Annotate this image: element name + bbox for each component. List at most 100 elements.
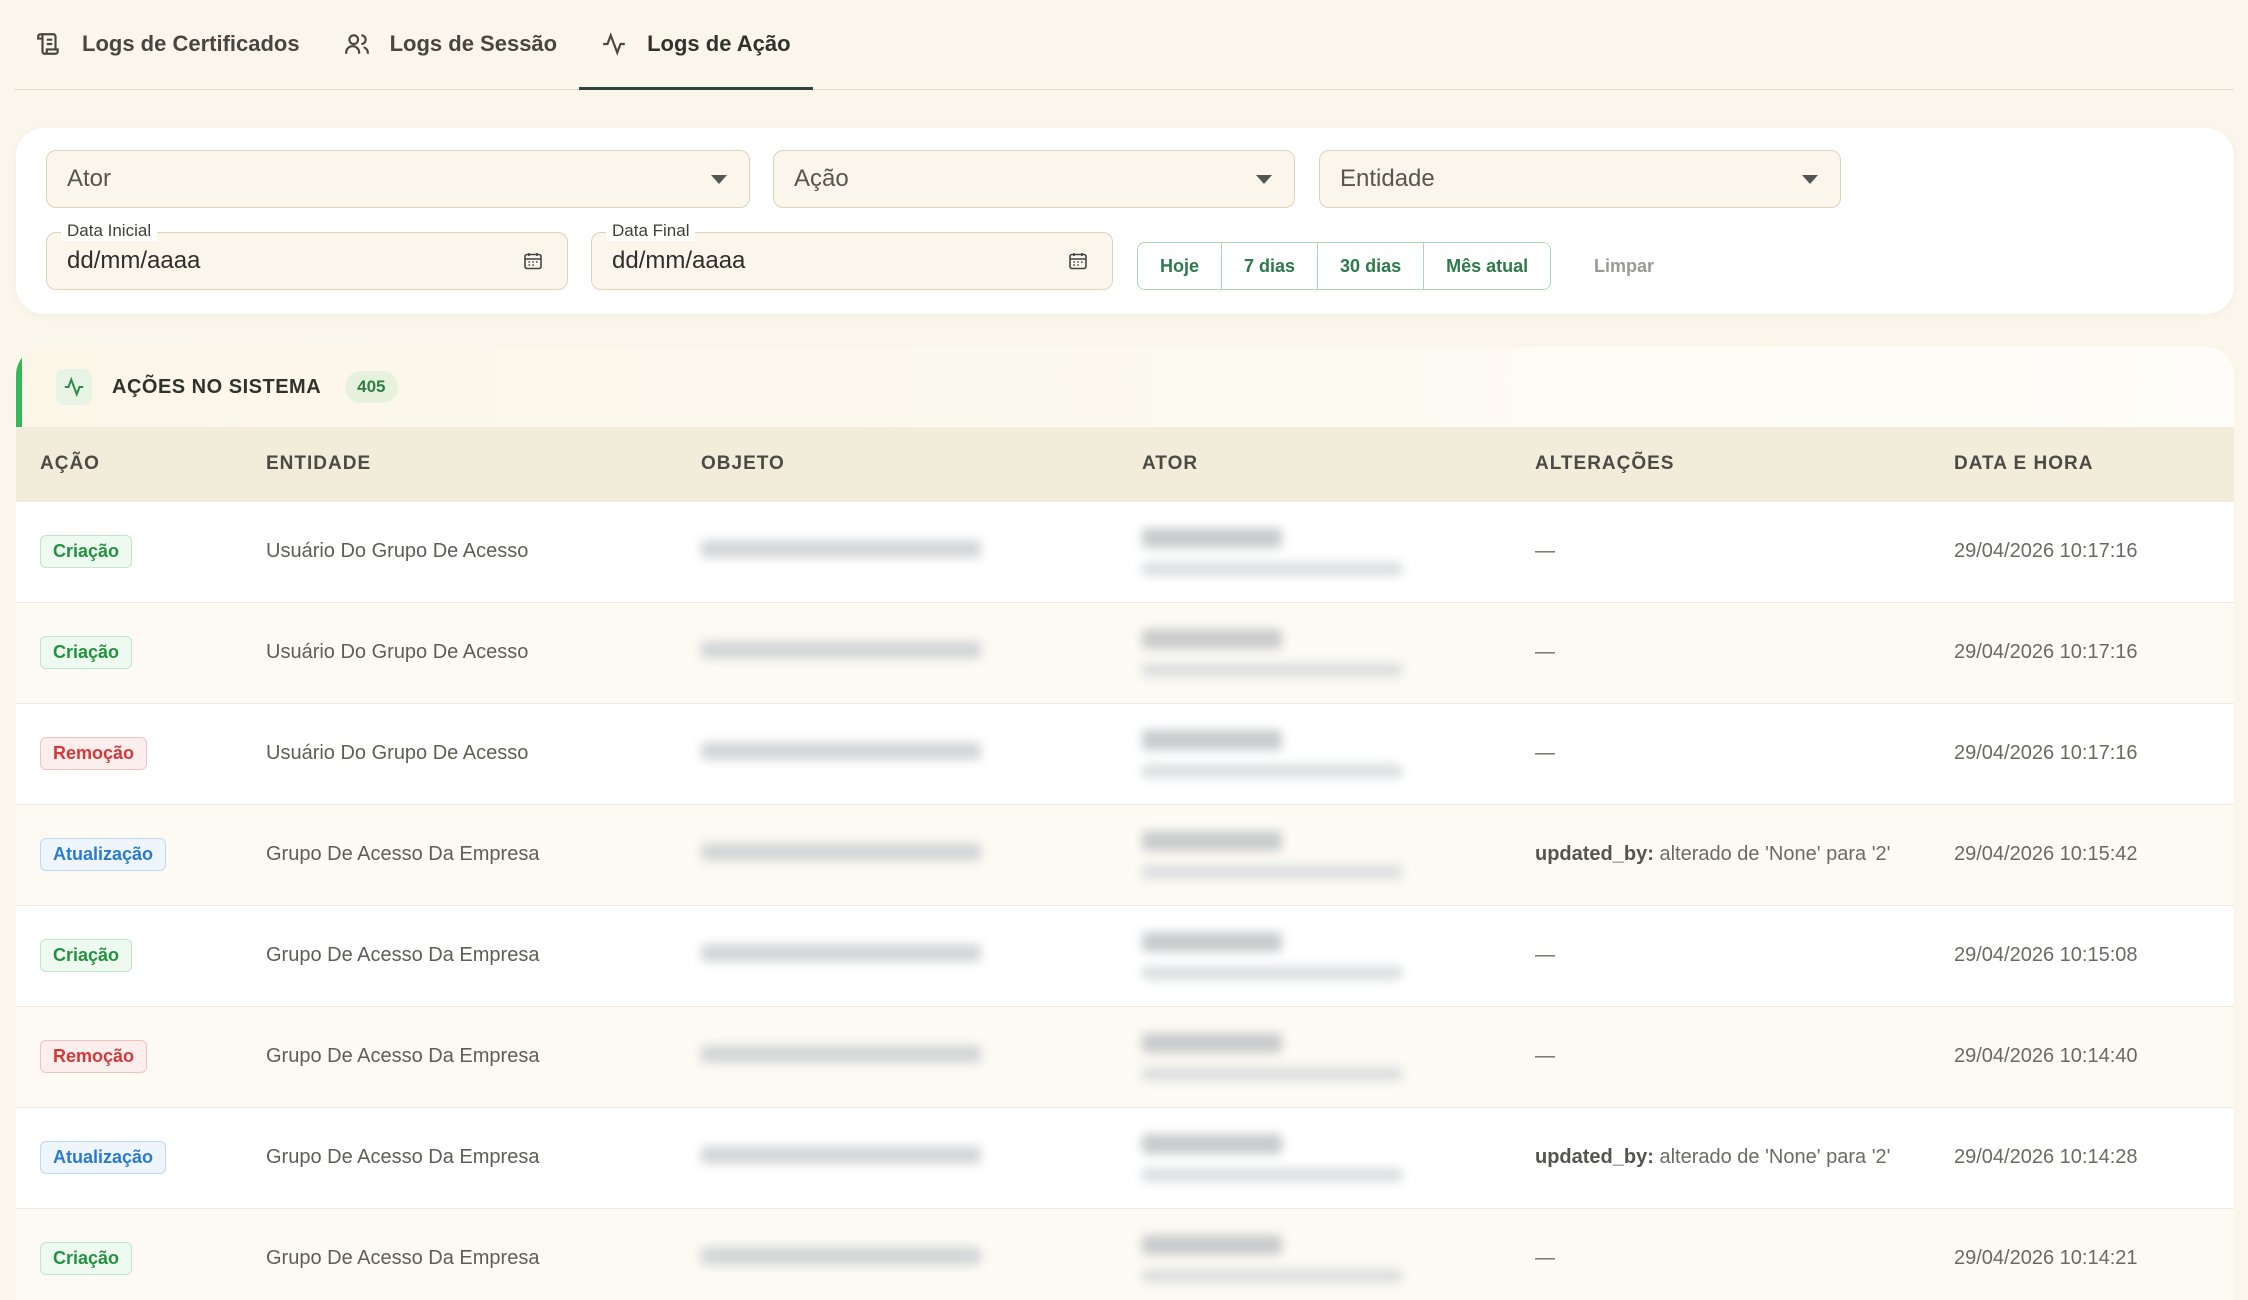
- redacted-object: [701, 539, 981, 558]
- actions-table: AÇÃO ENTIDADE OBJETO ATOR ALTERAÇÕES DAT…: [16, 427, 2234, 1300]
- no-changes: —: [1535, 944, 1555, 966]
- no-changes: —: [1535, 742, 1555, 764]
- action-cell: Atualização: [16, 1107, 242, 1208]
- start-date-value: dd/mm/aaaa: [67, 247, 201, 274]
- table-row[interactable]: Atualização Grupo De Acesso Da Empresa u…: [16, 804, 2234, 905]
- redacted-object: [701, 741, 981, 760]
- action-badge: Remoção: [40, 737, 148, 770]
- start-date-field[interactable]: Data Inicial dd/mm/aaaa: [46, 221, 568, 290]
- clear-filters-button[interactable]: Limpar: [1594, 242, 1654, 290]
- redacted-object: [701, 1044, 981, 1063]
- action-cell: Atualização: [16, 804, 242, 905]
- chevron-down-icon: [1802, 175, 1818, 184]
- activity-icon: [56, 369, 92, 405]
- changes-cell: —: [1511, 1006, 1930, 1107]
- changes-cell: —: [1511, 703, 1930, 804]
- changes-cell: updated_by: alterado de 'None' para '2': [1511, 1107, 1930, 1208]
- end-date-label: Data Final: [606, 221, 696, 241]
- column-header-entity[interactable]: ENTIDADE: [242, 427, 677, 501]
- 30-days-button[interactable]: 30 dias: [1318, 243, 1425, 289]
- redacted-object: [701, 842, 981, 861]
- datetime-cell: 29/04/2026 10:17:16: [1954, 540, 2138, 562]
- action-cell: Criação: [16, 905, 242, 1006]
- action-cell: Remoção: [16, 703, 242, 804]
- redacted-object: [701, 1246, 981, 1265]
- actor-select[interactable]: Ator: [46, 150, 750, 208]
- chevron-down-icon: [1256, 175, 1272, 184]
- entity-select[interactable]: Entidade: [1319, 150, 1841, 208]
- tab-label: Logs de Certificados: [82, 31, 300, 56]
- tab-label: Logs de Sessão: [389, 31, 558, 56]
- chevron-down-icon: [711, 175, 727, 184]
- calendar-icon[interactable]: [1068, 251, 1088, 271]
- no-changes: —: [1535, 1247, 1555, 1270]
- redacted-actor: [1142, 931, 1511, 980]
- change-field: updated_by:: [1535, 1146, 1654, 1168]
- redacted-actor: [1142, 729, 1511, 778]
- entity-cell: Grupo De Acesso Da Empresa: [266, 843, 540, 865]
- object-cell: [677, 501, 1118, 602]
- action-cell: Criação: [16, 602, 242, 703]
- table-row[interactable]: Remoção Usuário Do Grupo De Acesso — 29/…: [16, 703, 2234, 804]
- actor-cell: [1118, 1006, 1511, 1107]
- users-icon: [344, 34, 369, 54]
- entity-cell: Usuário Do Grupo De Acesso: [266, 742, 529, 764]
- action-badge: Remoção: [40, 1040, 148, 1073]
- column-header-object[interactable]: OBJETO: [677, 427, 1118, 501]
- object-cell: [677, 1107, 1118, 1208]
- change-description: alterado de 'None' para '2': [1653, 1146, 1891, 1168]
- action-cell: Criação: [16, 501, 242, 602]
- changes-cell: —: [1511, 602, 1930, 703]
- 7-days-button[interactable]: 7 dias: [1222, 243, 1319, 289]
- redacted-object: [701, 640, 981, 659]
- table-header-row: AÇÃO ENTIDADE OBJETO ATOR ALTERAÇÕES DAT…: [16, 427, 2234, 501]
- end-date-field[interactable]: Data Final dd/mm/aaaa: [591, 221, 1113, 290]
- tab-certificate-logs[interactable]: Logs de Certificados: [14, 0, 322, 89]
- column-header-changes[interactable]: ALTERAÇÕES: [1511, 427, 1930, 501]
- action-cell: Criação: [16, 1208, 242, 1300]
- change-description: alterado de 'None' para '2': [1653, 843, 1891, 865]
- entity-cell: Grupo De Acesso Da Empresa: [266, 1247, 540, 1270]
- activity-icon: [603, 32, 625, 56]
- object-cell: [677, 703, 1118, 804]
- datetime-cell: 29/04/2026 10:14:21: [1954, 1247, 2138, 1270]
- redacted-object: [701, 943, 981, 962]
- column-header-action[interactable]: AÇÃO: [16, 427, 242, 501]
- column-header-actor[interactable]: ATOR: [1118, 427, 1511, 501]
- action-select-label: Ação: [794, 165, 849, 192]
- action-badge: Criação: [40, 535, 133, 568]
- section-header: AÇÕES NO SISTEMA 405: [16, 347, 2234, 427]
- today-button[interactable]: Hoje: [1138, 243, 1223, 289]
- table-row[interactable]: Criação Usuário Do Grupo De Acesso — 29/…: [16, 501, 2234, 602]
- no-changes: —: [1535, 641, 1555, 663]
- redacted-actor: [1142, 1032, 1511, 1081]
- tab-action-logs[interactable]: Logs de Ação: [579, 0, 813, 90]
- actor-cell: [1118, 1208, 1511, 1300]
- no-changes: —: [1535, 540, 1555, 562]
- datetime-cell: 29/04/2026 10:15:08: [1954, 944, 2138, 966]
- table-row[interactable]: Criação Grupo De Acesso Da Empresa — 29/…: [16, 905, 2234, 1006]
- table-row[interactable]: Criação Usuário Do Grupo De Acesso — 29/…: [16, 602, 2234, 703]
- column-header-datetime[interactable]: DATA E HORA: [1930, 427, 2234, 501]
- action-badge: Criação: [40, 939, 133, 972]
- table-row[interactable]: Atualização Grupo De Acesso Da Empresa u…: [16, 1107, 2234, 1208]
- change-field: updated_by:: [1535, 843, 1654, 865]
- action-badge: Criação: [40, 1242, 133, 1276]
- scroll-icon: [37, 33, 59, 55]
- tab-session-logs[interactable]: Logs de Sessão: [322, 0, 580, 89]
- actor-cell: [1118, 1107, 1511, 1208]
- action-select[interactable]: Ação: [773, 150, 1295, 208]
- quick-range-group: Hoje 7 dias 30 dias Mês atual: [1137, 242, 1552, 290]
- filter-panel: Ator Ação Entidade Data Inicial dd/mm/aa…: [16, 128, 2234, 314]
- action-badge: Atualização: [40, 1141, 167, 1174]
- datetime-cell: 29/04/2026 10:14:28: [1954, 1146, 2138, 1168]
- table-row[interactable]: Remoção Grupo De Acesso Da Empresa — 29/…: [16, 1006, 2234, 1107]
- calendar-icon[interactable]: [523, 251, 543, 271]
- redacted-actor: [1142, 1133, 1511, 1182]
- table-row[interactable]: Criação Grupo De Acesso Da Empresa — 29/…: [16, 1208, 2234, 1300]
- tab-bar: Logs de Certificados Logs de Sessão Logs…: [14, 0, 2234, 90]
- actor-cell: [1118, 905, 1511, 1006]
- current-month-button[interactable]: Mês atual: [1424, 243, 1551, 289]
- start-date-label: Data Inicial: [61, 221, 158, 241]
- changes-cell: —: [1511, 905, 1930, 1006]
